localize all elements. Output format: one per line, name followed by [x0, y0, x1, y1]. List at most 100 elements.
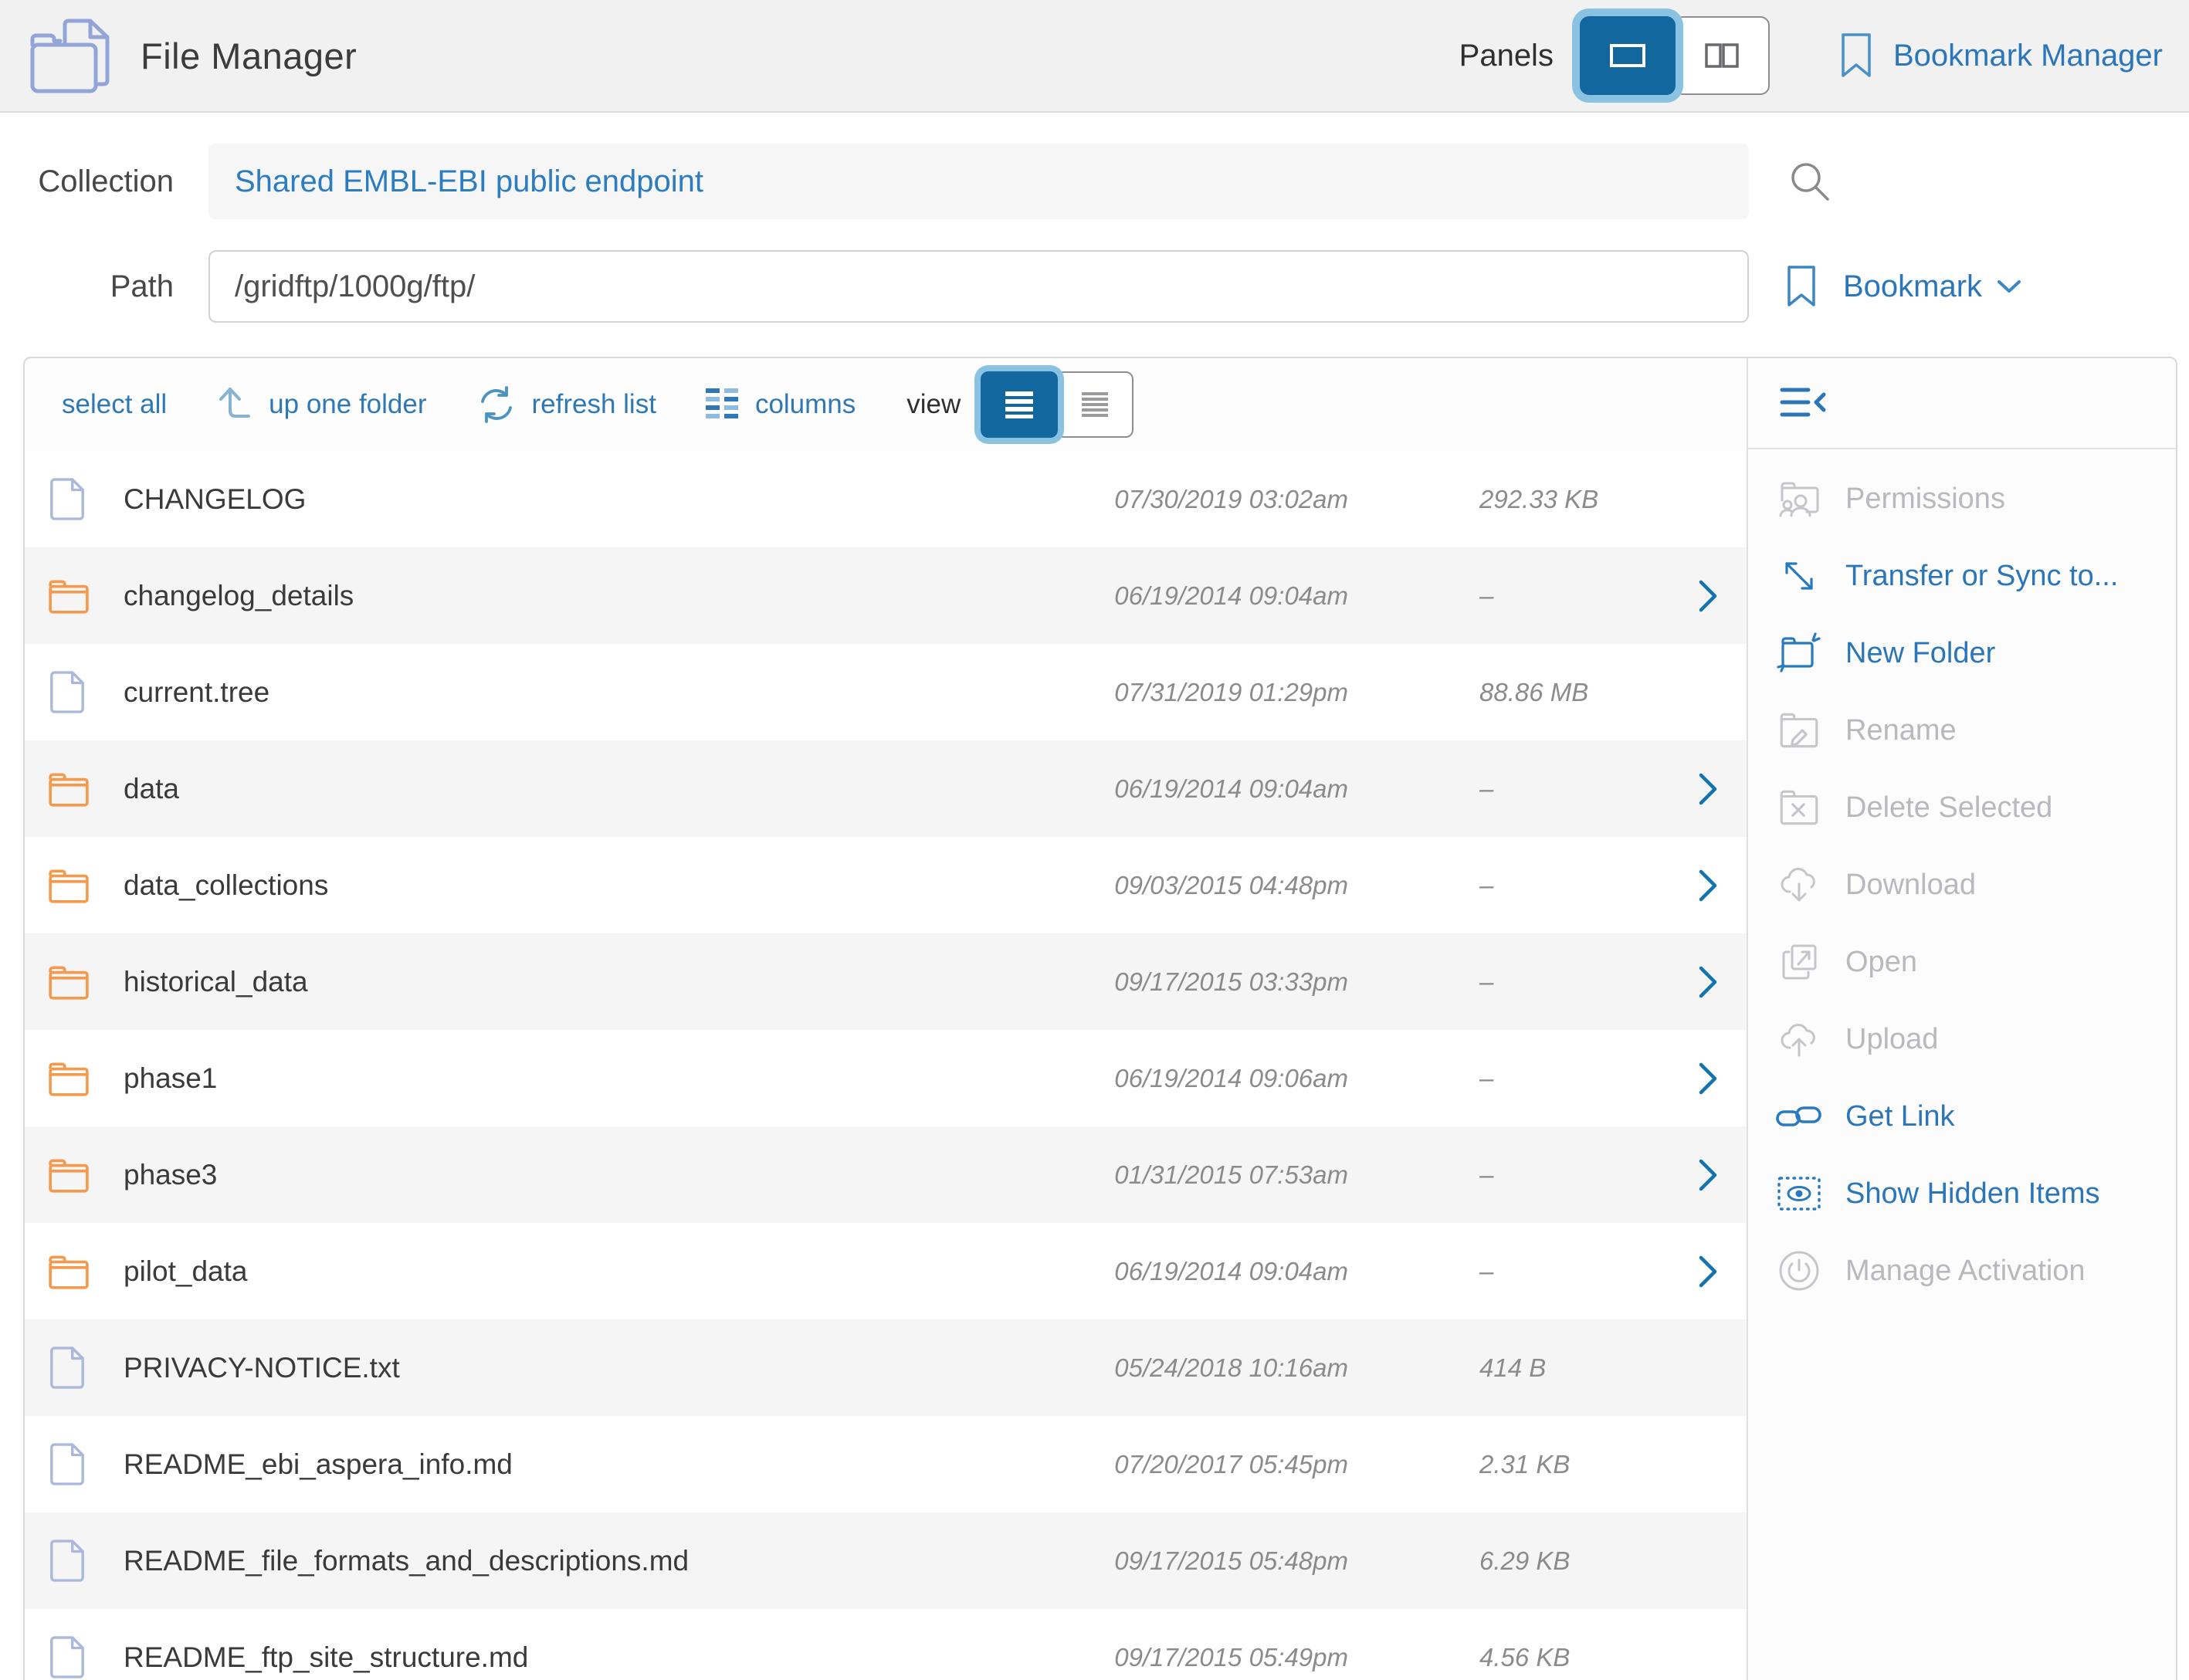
file-row[interactable]: current.tree07/31/2019 01:29pm88.86 MB: [25, 644, 1747, 740]
file-row[interactable]: README_ebi_aspera_info.md07/20/2017 05:4…: [25, 1416, 1747, 1512]
bookmark-icon: [1786, 265, 1817, 308]
bookmark-ribbon-icon: [1839, 32, 1873, 79]
bookmark-label: Bookmark: [1843, 269, 1982, 304]
file-row[interactable]: CHANGELOG07/30/2019 03:02am292.33 KB: [25, 451, 1747, 547]
folder-icon: [48, 770, 90, 808]
condensed-view-icon: [1079, 391, 1110, 418]
chevron-right-icon[interactable]: [1672, 1062, 1719, 1096]
list-panel: select all up one folder refresh list: [25, 358, 1747, 1680]
sidebar-item-show-hidden-items[interactable]: Show Hidden Items: [1748, 1155, 2176, 1232]
file-date: 09/17/2015 05:48pm: [1024, 1546, 1348, 1576]
sidebar-item-label: Download: [1845, 869, 1976, 902]
file-size: –: [1348, 1257, 1672, 1286]
list-view-button[interactable]: [981, 371, 1058, 438]
file-name: PRIVACY-NOTICE.txt: [124, 1352, 1024, 1384]
collection-field[interactable]: Shared EMBL-EBI public endpoint: [208, 144, 1749, 219]
search-icon[interactable]: [1786, 158, 1834, 205]
chevron-right-icon[interactable]: [1672, 772, 1719, 806]
panels-label: Panels: [1459, 39, 1554, 73]
file-date: 06/19/2014 09:04am: [1024, 581, 1348, 611]
file-size: 292.33 KB: [1348, 485, 1672, 514]
file-row[interactable]: data06/19/2014 09:04am–: [25, 740, 1747, 837]
sidebar-item-label: Rename: [1845, 714, 1957, 747]
get-link-icon: [1774, 1099, 1824, 1133]
refresh-icon: [475, 383, 518, 426]
chevron-right-icon[interactable]: [1672, 965, 1719, 999]
file-icon: [48, 1539, 90, 1583]
file-size: 4.56 KB: [1348, 1643, 1672, 1672]
file-name: README_ftp_site_structure.md: [124, 1641, 1024, 1674]
file-date: 09/03/2015 04:48pm: [1024, 871, 1348, 900]
sidebar-item-transfer-or-sync-to[interactable]: Transfer or Sync to...: [1748, 537, 2176, 615]
view-label: view: [906, 389, 961, 420]
file-date: 09/17/2015 05:49pm: [1024, 1643, 1348, 1672]
file-date: 07/31/2019 01:29pm: [1024, 678, 1348, 707]
list-view-icon: [1002, 390, 1036, 419]
file-size: 414 B: [1348, 1353, 1672, 1383]
file-row[interactable]: data_collections09/03/2015 04:48pm–: [25, 837, 1747, 933]
folder-icon: [48, 1252, 90, 1291]
bookmark-manager-link[interactable]: Bookmark Manager: [1839, 32, 2163, 79]
single-panel-icon: [1609, 43, 1646, 68]
collection-value: Shared EMBL-EBI public endpoint: [235, 164, 703, 199]
collection-label: Collection: [23, 164, 174, 199]
file-icon: [48, 1635, 90, 1680]
file-row[interactable]: PRIVACY-NOTICE.txt05/24/2018 10:16am414 …: [25, 1319, 1747, 1416]
file-size: –: [1348, 1160, 1672, 1190]
file-name: historical_data: [124, 966, 1024, 998]
transfer-icon: [1774, 554, 1824, 598]
file-row[interactable]: pilot_data06/19/2014 09:04am–: [25, 1223, 1747, 1319]
path-input[interactable]: [208, 250, 1749, 323]
new-folder-icon: [1774, 631, 1824, 676]
chevron-right-icon[interactable]: [1672, 869, 1719, 903]
select-all-button[interactable]: select all: [62, 389, 167, 420]
file-row[interactable]: phase301/31/2015 07:53am–: [25, 1126, 1747, 1223]
bookmark-manager-label: Bookmark Manager: [1893, 39, 2163, 73]
chevron-right-icon[interactable]: [1672, 1255, 1719, 1289]
file-row[interactable]: historical_data09/17/2015 03:33pm–: [25, 933, 1747, 1030]
chevron-right-icon[interactable]: [1672, 579, 1719, 613]
up-one-folder-button[interactable]: up one folder: [215, 384, 426, 425]
file-name: README_file_formats_and_descriptions.md: [124, 1545, 1024, 1577]
sidebar-item-label: New Folder: [1845, 637, 1995, 670]
dual-panel-button[interactable]: [1674, 16, 1770, 95]
single-panel-button[interactable]: [1580, 16, 1676, 95]
file-size: –: [1348, 1064, 1672, 1093]
folder-icon: [48, 866, 90, 905]
sidebar-item-label: Manage Activation: [1845, 1255, 2086, 1288]
file-row[interactable]: README_ftp_site_structure.md09/17/2015 0…: [25, 1609, 1747, 1680]
file-name: data_collections: [124, 869, 1024, 902]
file-size: –: [1348, 774, 1672, 804]
file-manager-icon: [26, 15, 113, 96]
sidebar-item-label: Delete Selected: [1845, 791, 2052, 825]
sidebar-item-get-link[interactable]: Get Link: [1748, 1078, 2176, 1155]
sidebar-item-label: Upload: [1845, 1023, 1938, 1056]
file-date: 07/30/2019 03:02am: [1024, 485, 1348, 514]
refresh-list-button[interactable]: refresh list: [475, 383, 656, 426]
sidebar-item-manage-activation: Manage Activation: [1748, 1232, 2176, 1309]
panels-toggle: [1580, 16, 1770, 95]
file-row[interactable]: changelog_details06/19/2014 09:04am–: [25, 547, 1747, 644]
collapse-sidebar-icon[interactable]: [1779, 385, 1828, 421]
bookmark-dropdown[interactable]: Bookmark: [1786, 265, 2022, 308]
sidebar-item-delete-selected: Delete Selected: [1748, 769, 2176, 846]
columns-button[interactable]: columns: [704, 385, 856, 424]
sidebar-item-new-folder[interactable]: New Folder: [1748, 615, 2176, 692]
chevron-right-icon[interactable]: [1672, 1158, 1719, 1192]
file-date: 09/17/2015 03:33pm: [1024, 967, 1348, 997]
actions-sidebar: PermissionsTransfer or Sync to...New Fol…: [1747, 358, 2176, 1680]
page-title: File Manager: [141, 35, 357, 77]
sidebar-item-open: Open: [1748, 923, 2176, 1001]
condensed-view-button[interactable]: [1056, 371, 1133, 438]
file-name: phase3: [124, 1159, 1024, 1191]
file-row[interactable]: phase106/19/2014 09:06am–: [25, 1030, 1747, 1126]
file-size: 88.86 MB: [1348, 678, 1672, 707]
activation-icon: [1774, 1249, 1824, 1292]
sidebar-item-rename: Rename: [1748, 692, 2176, 769]
file-icon: [48, 670, 90, 715]
file-row[interactable]: README_file_formats_and_descriptions.md0…: [25, 1512, 1747, 1609]
chevron-down-icon: [1996, 278, 2022, 295]
sidebar-menu: PermissionsTransfer or Sync to...New Fol…: [1748, 449, 2176, 1309]
sidebar-item-download: Download: [1748, 846, 2176, 923]
file-date: 06/19/2014 09:04am: [1024, 1257, 1348, 1286]
